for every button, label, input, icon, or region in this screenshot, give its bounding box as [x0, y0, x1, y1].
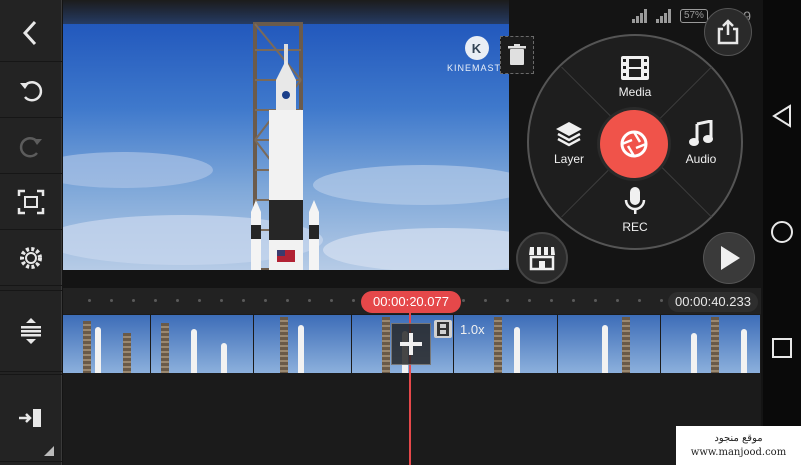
- android-nav-bar: [763, 0, 801, 465]
- trim-split-button[interactable]: [391, 323, 431, 365]
- ruler-tick: [550, 299, 553, 302]
- ruler-tick: [330, 299, 333, 302]
- watermark-text: KINEMASTER: [447, 63, 509, 73]
- clip-thumbnail: [253, 315, 353, 373]
- ruler-tick: [352, 299, 355, 302]
- gear-icon: [20, 246, 42, 269]
- ruler-tick: [286, 299, 289, 302]
- undo-button[interactable]: [0, 62, 62, 118]
- audio-button[interactable]: Audio: [666, 120, 736, 166]
- watermark-logo: K: [465, 36, 489, 60]
- film-icon: [621, 56, 649, 80]
- chevron-left-icon: [22, 20, 37, 45]
- ruler-tick: [242, 299, 245, 302]
- delete-button[interactable]: [500, 36, 534, 74]
- media-label: Media: [618, 85, 652, 99]
- ruler-tick: [616, 299, 619, 302]
- left-toolbar: [0, 0, 62, 465]
- ruler-tick: [132, 299, 135, 302]
- redo-button[interactable]: [0, 118, 62, 174]
- clip-thumbnail: [660, 315, 761, 373]
- kinemaster-watermark: K KINEMASTER: [447, 36, 509, 73]
- circle-home-icon[interactable]: [770, 220, 794, 244]
- rocket-scene: [63, 22, 509, 270]
- ruler-tick: [220, 299, 223, 302]
- rec-button[interactable]: REC: [600, 186, 670, 234]
- music-note-icon: [689, 120, 713, 146]
- expand-timeline-button[interactable]: [0, 290, 62, 372]
- microphone-icon: [624, 187, 646, 214]
- ruler-tick: [594, 299, 597, 302]
- play-icon: [721, 246, 740, 270]
- clip-speed-indicator: 1.0x: [434, 320, 485, 338]
- record-button[interactable]: [600, 110, 668, 178]
- ruler-tick: [176, 299, 179, 302]
- store-icon: [529, 247, 555, 271]
- ruler-tick: [572, 299, 575, 302]
- ruler-tick: [154, 299, 157, 302]
- arrow-into-bar-icon: [19, 409, 41, 427]
- ruler-tick: [198, 299, 201, 302]
- site-credit: موقع منجود www.manjood.com: [676, 426, 801, 465]
- layers-icon: [556, 122, 582, 147]
- ruler-tick: [88, 299, 91, 302]
- plus-icon: [400, 333, 422, 355]
- media-button[interactable]: Media: [600, 55, 670, 99]
- ruler-tick: [308, 299, 311, 302]
- play-button[interactable]: [703, 232, 755, 284]
- clip-film-icon: [434, 320, 452, 338]
- ruler-tick: [638, 299, 641, 302]
- redo-icon: [19, 136, 42, 157]
- clip-thumbnail: [558, 315, 661, 373]
- settings-button[interactable]: [0, 230, 62, 286]
- fullscreen-icon: [17, 189, 45, 214]
- square-recents-icon[interactable]: [772, 338, 792, 358]
- triangle-back-icon[interactable]: [771, 104, 793, 128]
- credit-url: www.manjood.com: [690, 447, 787, 458]
- ruler-tick: [110, 299, 113, 302]
- clip-thumbnail: [63, 315, 152, 373]
- trash-icon: [508, 44, 526, 65]
- ruler-tick: [462, 299, 465, 302]
- fullscreen-button[interactable]: [0, 174, 62, 230]
- corner-resize-icon: [44, 446, 54, 456]
- layer-label: Layer: [553, 152, 585, 166]
- ruler-tick: [506, 299, 509, 302]
- layer-button[interactable]: Layer: [534, 120, 604, 166]
- credit-arabic: موقع منجود: [714, 433, 763, 444]
- rec-label: REC: [622, 220, 648, 234]
- ruler-tick: [484, 299, 487, 302]
- expand-vertical-icon: [21, 318, 41, 344]
- share-icon: [717, 19, 739, 45]
- end-time-badge: 00:00:40.233: [668, 292, 758, 312]
- audio-label: Audio: [685, 152, 717, 166]
- video-preview[interactable]: K KINEMASTER: [63, 0, 509, 270]
- ruler-tick: [660, 299, 663, 302]
- signal-icon: [655, 9, 671, 23]
- camera-shutter-icon: [620, 130, 648, 158]
- asset-store-button[interactable]: [516, 232, 568, 284]
- battery-indicator: 57%: [679, 9, 708, 23]
- clip-thumbnail: [151, 315, 254, 373]
- clip-speed-label: 1.0x: [460, 321, 485, 337]
- undo-icon: [20, 80, 43, 101]
- share-button[interactable]: [704, 8, 752, 56]
- ruler-tick: [264, 299, 267, 302]
- back-button[interactable]: [0, 4, 62, 62]
- ruler-tick: [528, 299, 531, 302]
- current-time-badge: 00:00:20.077: [361, 291, 461, 313]
- signal-icon: [631, 9, 647, 23]
- timeline[interactable]: [63, 288, 761, 465]
